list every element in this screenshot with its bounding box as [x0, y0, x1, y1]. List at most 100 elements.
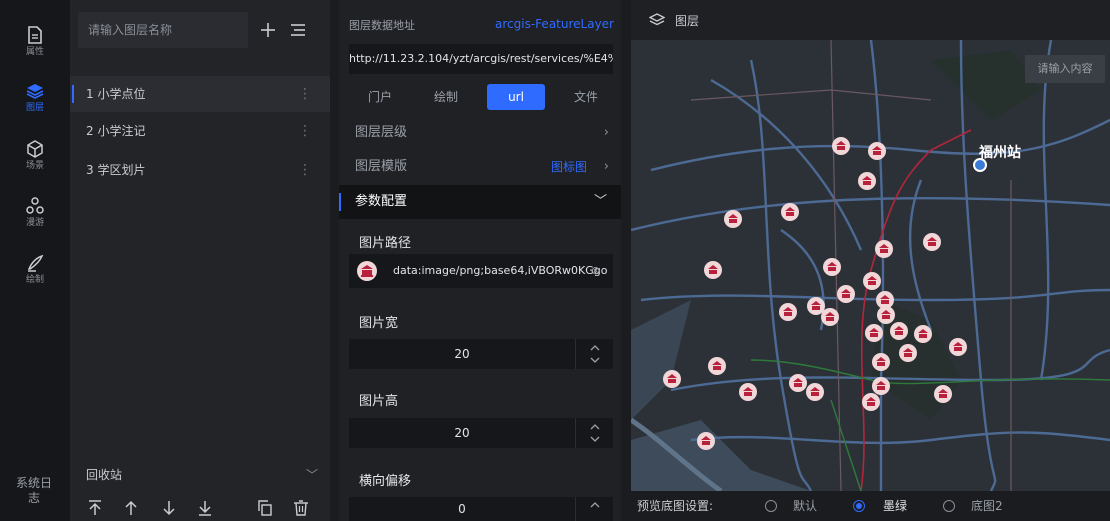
basemap-option-default[interactable]: 默认 [793, 491, 817, 521]
rail-label-roam: 漫游 [25, 218, 44, 228]
layer-level-label: 图层层级 [355, 125, 408, 140]
up-down-icon [590, 345, 600, 363]
layer-search-box [78, 12, 248, 48]
image-width-stepper [349, 339, 613, 369]
layer-template-value: 图标图 [550, 160, 587, 174]
layer-list-panel: 1 小学点位 ⋮ 2 小学注记 ⋮ 3 学区划片 ⋮ 回收站 ﹀ [70, 0, 330, 521]
basemap-radio-darkgreen[interactable] [853, 500, 865, 512]
layer-level-row[interactable]: 图层层级 › [339, 116, 621, 150]
up-down-icon [590, 424, 600, 442]
image-height-input[interactable] [349, 418, 575, 448]
more-icon[interactable]: ⋮ [298, 113, 312, 149]
basemap-option-basemap2[interactable]: 底图2 [971, 491, 1003, 521]
rail-item-draw[interactable]: 绘制 [0, 254, 70, 286]
plus-icon [261, 23, 275, 37]
move-bottom-button[interactable] [196, 499, 214, 517]
image-height-label: 图片高 [359, 394, 399, 409]
layer-type-label: arcgis-FeatureLayer [495, 17, 614, 31]
layer-row[interactable]: 3 学区划片 ⋮ [70, 152, 330, 188]
move-top-icon [89, 500, 101, 515]
copy-icon [258, 500, 272, 516]
document-icon [28, 26, 42, 44]
rail-label-layers: 图层 [25, 103, 44, 113]
layer-row-label: 2 小学注记 [86, 124, 146, 138]
basemap-radio-basemap2[interactable] [943, 500, 955, 512]
image-width-label: 图片宽 [359, 316, 399, 331]
move-down-button[interactable] [160, 499, 178, 517]
rail-item-roam[interactable]: 漫游 [0, 197, 70, 229]
list-icon [291, 24, 305, 36]
map-view[interactable]: 图层 请输入内容 福州站 预览底图设置: 默认 墨绿 底图2 [631, 0, 1110, 521]
image-path-label: 图片路径 [359, 236, 412, 251]
add-layer-button[interactable] [258, 20, 278, 40]
tab-url[interactable]: url [487, 84, 545, 110]
layer-toolbar [70, 495, 330, 521]
move-top-button[interactable] [86, 499, 104, 517]
pen-icon [27, 254, 44, 272]
recycle-bin-label: 回收站 [86, 468, 123, 482]
layer-template-row[interactable]: 图层模版 图标图 › [339, 150, 621, 184]
rail-label-scene: 场景 [25, 161, 44, 171]
railway-station-icon [973, 158, 987, 172]
layer-row[interactable]: 1 小学点位 ⋮ [70, 76, 330, 112]
layer-row-label: 3 学区划片 [86, 163, 146, 177]
up-down-icon [590, 502, 600, 508]
more-icon[interactable]: ⋮ [298, 152, 312, 188]
roam-icon [26, 197, 44, 214]
stepper-arrows[interactable] [575, 418, 613, 448]
clear-icon[interactable]: ⊗ [591, 254, 605, 288]
offset-x-stepper [349, 497, 613, 521]
layers-icon [649, 13, 665, 26]
cube-icon [27, 140, 43, 158]
basemap-bar: 预览底图设置: 默认 墨绿 底图2 [631, 491, 1110, 521]
chevron-down-icon: ﹀ [305, 468, 318, 482]
move-up-button[interactable] [122, 499, 140, 517]
layer-search-input[interactable] [88, 23, 238, 37]
layer-group-button[interactable] [288, 20, 308, 40]
school-marker-icon [355, 260, 379, 288]
arrow-down-icon [163, 501, 175, 516]
trash-icon [294, 500, 308, 516]
image-width-input[interactable] [349, 339, 575, 369]
layer-row[interactable]: 2 小学注记 ⋮ [70, 113, 330, 149]
image-path-field[interactable]: data:image/png;base64,iVBORw0KGgo ⊗ [349, 254, 613, 288]
source-tabs: 门户 绘制 url 文件 [349, 84, 613, 110]
rail-label-properties: 属性 [25, 47, 44, 57]
rail-item-layers[interactable]: 图层 [0, 82, 70, 114]
station-label: 福州站 [979, 145, 1021, 161]
map-title: 图层 [675, 14, 700, 28]
basemap-option-darkgreen[interactable]: 墨绿 [883, 491, 907, 521]
tab-draw[interactable]: 绘制 [415, 84, 477, 110]
data-url-field[interactable]: http://11.23.2.104/yzt/arcgis/rest/servi… [349, 44, 613, 74]
rail-item-scene[interactable]: 场景 [0, 140, 70, 172]
map-header: 图层 [631, 0, 1110, 40]
rail-label-draw: 绘制 [25, 275, 44, 285]
delete-button[interactable] [292, 499, 310, 517]
chevron-down-icon: ﹀ [593, 194, 607, 209]
system-log-link[interactable]: 系统日志 [14, 476, 54, 506]
layer-row-label: 1 小学点位 [86, 87, 146, 101]
basemap-radio-default[interactable] [765, 500, 777, 512]
data-address-label: 图层数据地址 [349, 19, 415, 32]
layer-property-panel: 图层数据地址 arcgis-FeatureLayer http://11.23.… [339, 0, 621, 521]
copy-button[interactable] [256, 499, 274, 517]
stepper-arrows[interactable] [575, 339, 613, 369]
param-config-label: 参数配置 [355, 194, 408, 209]
offset-x-input[interactable] [349, 497, 575, 521]
tab-portal[interactable]: 门户 [349, 84, 411, 110]
chevron-right-icon: › [603, 125, 609, 140]
rail-item-properties[interactable]: 属性 [0, 26, 70, 58]
icon-rail: 属性 图层 场景 漫游 绘制 系统日志 [0, 0, 70, 521]
arrow-up-icon [125, 500, 137, 515]
param-config-section[interactable]: 参数配置 ﹀ [339, 185, 621, 219]
chevron-right-icon: › [603, 159, 609, 174]
recycle-bin-row[interactable]: 回收站 ﹀ [70, 460, 330, 490]
stepper-arrows[interactable] [575, 497, 613, 521]
layer-template-label: 图层模版 [355, 159, 408, 174]
image-path-value: data:image/png;base64,iVBORw0KGgo [393, 264, 608, 277]
more-icon[interactable]: ⋮ [298, 76, 312, 112]
tab-file[interactable]: 文件 [555, 84, 617, 110]
offset-x-label: 横向偏移 [359, 474, 412, 489]
image-height-stepper [349, 418, 613, 448]
map-search-input[interactable]: 请输入内容 [1025, 55, 1105, 83]
